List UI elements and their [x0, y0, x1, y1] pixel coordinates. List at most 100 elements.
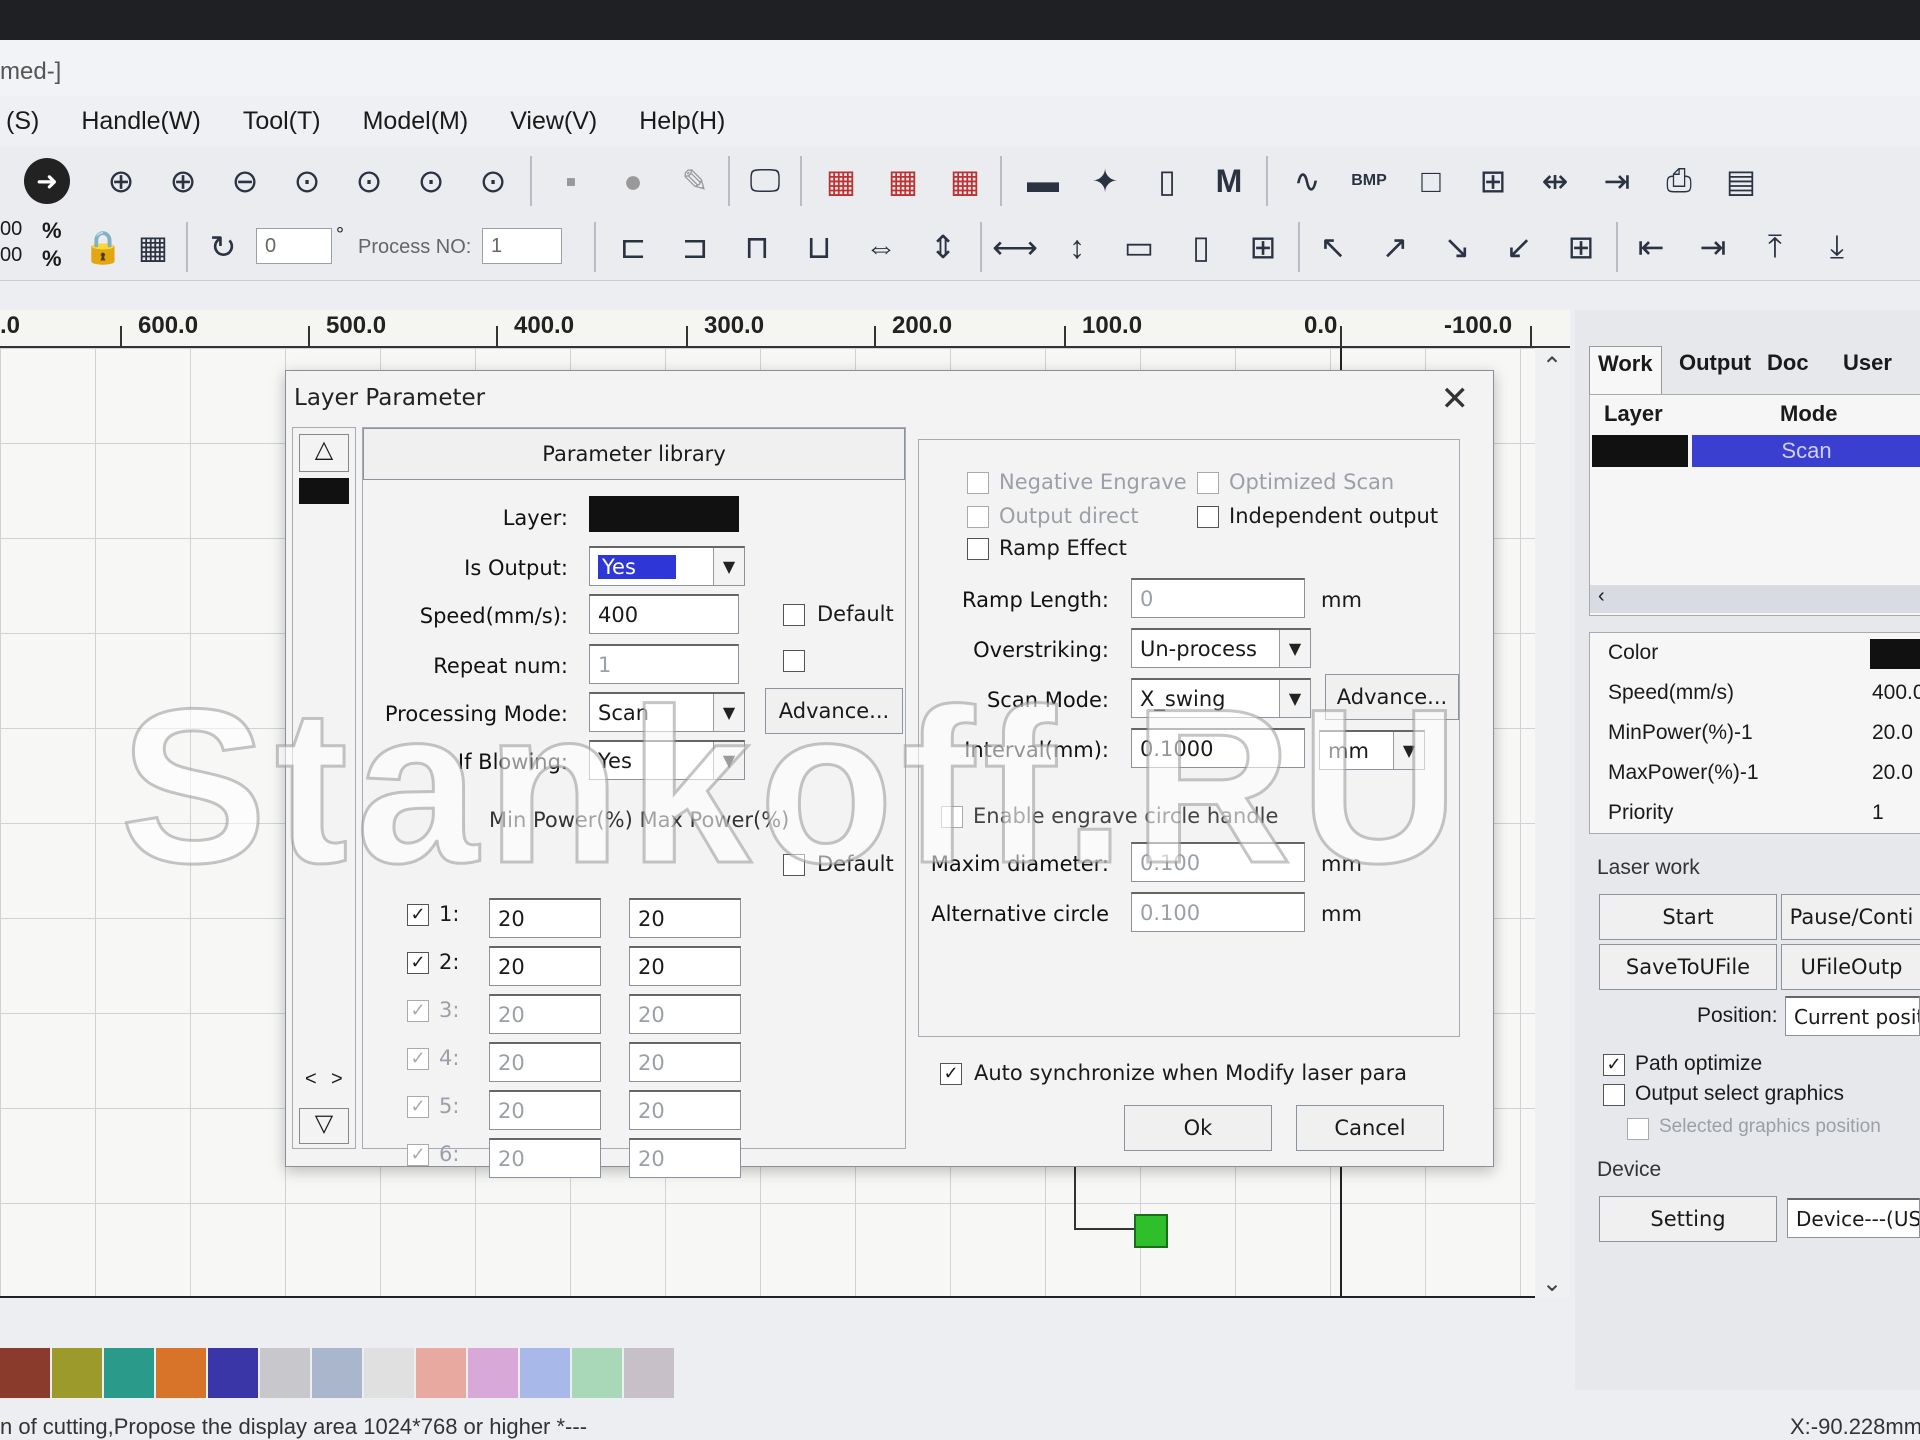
chevron-down-icon[interactable]: ▼ — [1279, 630, 1310, 667]
panel-icon[interactable]: ▤ — [1718, 158, 1764, 204]
pen-tool-icon[interactable]: ✎ — [672, 158, 718, 204]
color-swatch[interactable] — [0, 1348, 50, 1398]
menu-handle[interactable]: Handle(W) — [75, 103, 206, 140]
align-icon[interactable]: ⇥ — [1594, 158, 1640, 204]
equal-v-icon[interactable]: ▯ — [1178, 224, 1224, 270]
output-select-checkbox[interactable] — [1603, 1084, 1625, 1106]
tab-work[interactable]: Work — [1589, 346, 1662, 395]
center-icon[interactable]: ⊞ — [1558, 224, 1604, 270]
run-icon[interactable]: ➜ — [24, 158, 70, 204]
arrow-sw-icon[interactable]: ↙ — [1496, 224, 1542, 270]
color-swatch[interactable] — [312, 1348, 362, 1398]
processing-mode-select[interactable]: Scan ▼ — [589, 692, 745, 732]
min-power-input[interactable]: 20 — [489, 1138, 601, 1178]
rotation-input[interactable]: 0 — [256, 228, 332, 264]
array-red2-icon[interactable]: ▦ — [880, 158, 926, 204]
zoom-plus-icon[interactable]: ⊕ — [160, 158, 206, 204]
power-default-checkbox[interactable] — [783, 854, 805, 876]
tab-doc[interactable]: Doc — [1759, 346, 1817, 394]
chevron-down-icon[interactable]: ▼ — [1393, 732, 1424, 769]
auto-sync-checkbox[interactable]: ✓ — [940, 1063, 962, 1085]
chevron-down-icon[interactable]: ▼ — [713, 742, 744, 779]
power-row-checkbox[interactable]: ✓ — [407, 1048, 429, 1070]
color-swatch[interactable] — [260, 1348, 310, 1398]
power-row-checkbox[interactable]: ✓ — [407, 1000, 429, 1022]
to-top-icon[interactable]: ⤒ — [1752, 224, 1798, 270]
zoom-fit-icon[interactable]: ⊙ — [346, 158, 392, 204]
array-red-icon[interactable]: ▦ — [818, 158, 864, 204]
ramp-length-input[interactable]: 0 — [1131, 578, 1305, 618]
tab-output[interactable]: Output — [1671, 346, 1759, 394]
grid-row-layer-color[interactable] — [1592, 435, 1688, 467]
canvas-vertical-scrollbar[interactable]: ⌃ ⌄ — [1535, 348, 1569, 1298]
interval-input[interactable]: 0.1000 — [1131, 728, 1305, 768]
zoom-window-icon[interactable]: ⊙ — [470, 158, 516, 204]
interval-unit-select[interactable]: mm ▼ — [1319, 730, 1425, 770]
ruler-icon[interactable]: ▯ — [1144, 158, 1190, 204]
same-width-icon[interactable]: ⟷ — [992, 224, 1038, 270]
color-swatch[interactable] — [624, 1348, 674, 1398]
color-swatch[interactable] — [104, 1348, 154, 1398]
layer-list-item[interactable] — [299, 478, 349, 504]
square-tool-icon[interactable]: ▪ — [548, 158, 594, 204]
max-power-input[interactable]: 20 — [629, 946, 741, 986]
grid-hscrollbar[interactable]: ‹ — [1590, 585, 1920, 613]
zoom-out-icon[interactable]: ⊖ — [222, 158, 268, 204]
selected-pos-checkbox[interactable] — [1627, 1118, 1649, 1140]
power-row-checkbox[interactable]: ✓ — [407, 904, 429, 926]
to-bottom-icon[interactable]: ⤓ — [1814, 224, 1860, 270]
center-h-icon[interactable]: ⇔ — [858, 224, 904, 270]
grid-icon[interactable]: ▦ — [130, 224, 176, 270]
tree-icon[interactable]: ⊞ — [1470, 158, 1516, 204]
max-power-input[interactable]: 20 — [629, 994, 741, 1034]
menu-s[interactable]: (S) — [0, 103, 45, 140]
parameter-library-button[interactable]: Parameter library — [363, 428, 905, 480]
repeat-input[interactable]: 1 — [589, 644, 739, 684]
color-swatch[interactable] — [364, 1348, 414, 1398]
close-icon[interactable]: ✕ — [1441, 379, 1470, 419]
zoom-page-icon[interactable]: ⊙ — [284, 158, 330, 204]
same-height-icon[interactable]: ↕ — [1054, 224, 1100, 270]
ok-button[interactable]: Ok — [1124, 1105, 1272, 1151]
advance-right-button[interactable]: Advance... — [1325, 674, 1459, 720]
position-select[interactable]: Current positi — [1785, 996, 1920, 1036]
independent-output-checkbox[interactable] — [1197, 506, 1219, 528]
color-swatch[interactable] — [156, 1348, 206, 1398]
min-power-input[interactable]: 20 — [489, 946, 601, 986]
setting-button[interactable]: Setting — [1599, 1196, 1777, 1242]
laser-head-icon[interactable]: ▬ — [1020, 158, 1066, 204]
chevron-down-icon[interactable]: ▼ — [713, 548, 744, 585]
scroll-left-icon[interactable]: ‹ — [1598, 585, 1605, 607]
optimized-scan-checkbox[interactable] — [1197, 472, 1219, 494]
device-select[interactable]: Device---(USE — [1787, 1198, 1920, 1238]
menu-model[interactable]: Model(M) — [357, 103, 475, 140]
arrow-se-icon[interactable]: ↘ — [1434, 224, 1480, 270]
color-swatch[interactable] — [416, 1348, 466, 1398]
max-power-input[interactable]: 20 — [629, 898, 741, 938]
is-output-select[interactable]: Yes ▼ — [589, 546, 745, 586]
monitor-icon[interactable]: 🖵 — [742, 158, 788, 204]
process-no-input[interactable]: 1 — [482, 228, 562, 264]
color-swatch[interactable] — [468, 1348, 518, 1398]
chevron-down-icon[interactable]: ▼ — [713, 694, 744, 731]
maxim-diameter-input[interactable]: 0.100 — [1131, 842, 1305, 882]
power-row-checkbox[interactable]: ✓ — [407, 1096, 429, 1118]
cancel-button[interactable]: Cancel — [1296, 1105, 1444, 1151]
nav-left-icon[interactable]: < — [305, 1068, 317, 1091]
max-power-input[interactable]: 20 — [629, 1042, 741, 1082]
rotate-icon[interactable]: ↻ — [200, 224, 246, 270]
tab-user[interactable]: User — [1835, 346, 1900, 394]
arrow-nw-icon[interactable]: ↖ — [1310, 224, 1356, 270]
min-power-input[interactable]: 20 — [489, 994, 601, 1034]
alt-circle-input[interactable]: 0.100 — [1131, 892, 1305, 932]
menu-view[interactable]: View(V) — [504, 103, 603, 140]
pause-continue-button[interactable]: Pause/Conti — [1781, 894, 1920, 940]
align-left-icon[interactable]: ⊏ — [610, 224, 656, 270]
repeat-checkbox[interactable] — [783, 650, 805, 672]
m-icon[interactable]: M — [1206, 158, 1252, 204]
grid-row-mode[interactable]: Scan — [1692, 435, 1920, 467]
save-to-ufile-button[interactable]: SaveToUFile — [1599, 944, 1777, 990]
speed-default-checkbox[interactable] — [783, 604, 805, 626]
array-red3-icon[interactable]: ▦ — [942, 158, 988, 204]
min-power-input[interactable]: 20 — [489, 1042, 601, 1082]
